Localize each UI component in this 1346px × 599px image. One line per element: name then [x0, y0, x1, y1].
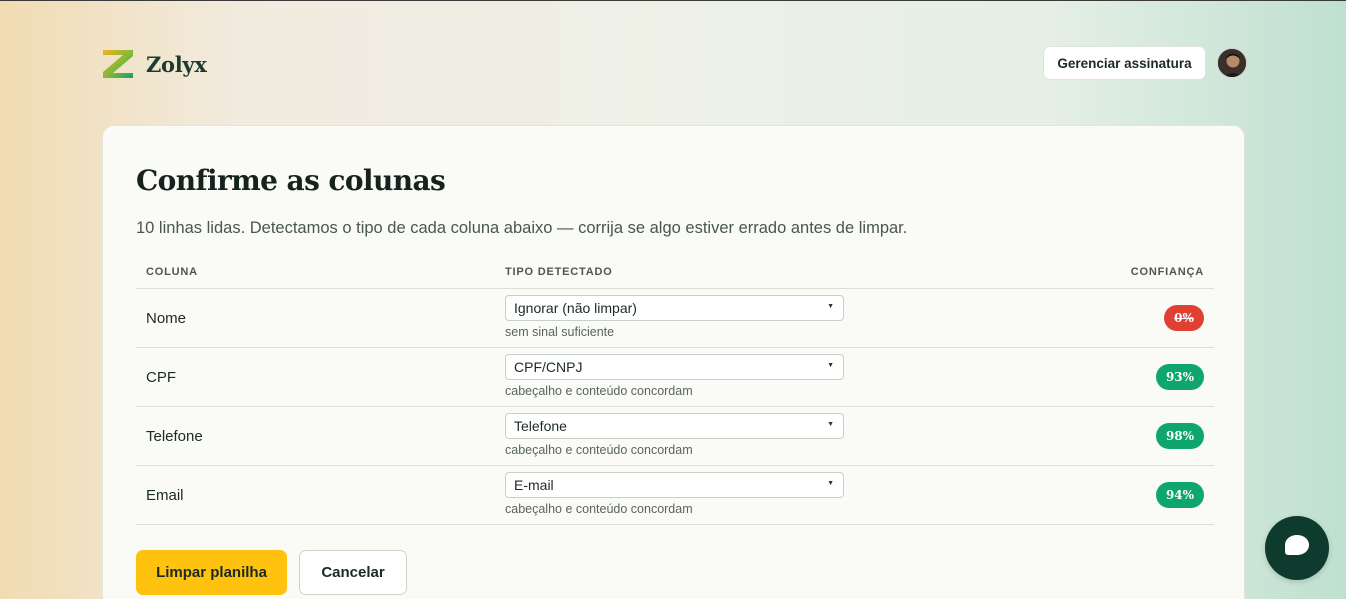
confidence-badge: 0%: [1164, 305, 1204, 331]
column-name: Email: [146, 487, 184, 504]
column-name: Nome: [146, 310, 187, 327]
table-header: COLUNA TIPO DETECTADO CONFIANÇA: [136, 258, 1214, 289]
header-confidence: CONFIANÇA: [1130, 266, 1204, 278]
header-type: TIPO DETECTADO: [505, 266, 613, 278]
table-row: CPF CPF/CNPJ ▼ cabeçalho e conteúdo conc…: [136, 348, 1214, 407]
select-value: Telefone: [514, 418, 567, 434]
table-row: Email E-mail ▼ cabeçalho e conteúdo conc…: [136, 466, 1214, 525]
table-row: Telefone Telefone ▼ cabeçalho e conteúdo…: [136, 407, 1214, 466]
avatar[interactable]: [1217, 48, 1247, 78]
page-subtitle: 10 linhas lidas. Detectamos o tipo de ca…: [136, 219, 908, 237]
type-hint: cabeçalho e conteúdo concordam: [505, 443, 693, 457]
confirm-columns-card: Confirme as colunas 10 linhas lidas. Det…: [102, 125, 1245, 599]
column-name: Telefone: [146, 428, 203, 445]
page-title: Confirme as colunas: [136, 164, 446, 197]
columns-table: COLUNA TIPO DETECTADO CONFIANÇA Nome Ign…: [136, 258, 1214, 525]
brand-logo[interactable]: Zolyx: [100, 47, 207, 81]
chevron-down-icon: ▼: [827, 303, 834, 310]
type-hint: cabeçalho e conteúdo concordam: [505, 384, 693, 398]
confidence-badge: 98%: [1156, 423, 1204, 449]
type-hint: cabeçalho e conteúdo concordam: [505, 502, 693, 516]
confidence-badge: 93%: [1156, 364, 1204, 390]
type-select[interactable]: CPF/CNPJ ▼: [505, 354, 844, 380]
type-hint: sem sinal suficiente: [505, 325, 615, 339]
type-select[interactable]: Ignorar (não limpar) ▼: [505, 295, 844, 321]
app-header: Zolyx Gerenciar assinatura: [0, 0, 1346, 126]
cancel-button[interactable]: Cancelar: [299, 550, 407, 595]
column-name: CPF: [146, 369, 176, 386]
brand-name: Zolyx: [146, 51, 207, 77]
type-select[interactable]: E-mail ▼: [505, 472, 844, 498]
confidence-badge: 94%: [1156, 482, 1204, 508]
chat-bubble-icon: [1284, 534, 1310, 562]
select-value: Ignorar (não limpar): [514, 300, 637, 316]
header-column: COLUNA: [146, 266, 198, 278]
chat-button[interactable]: [1265, 516, 1329, 580]
manage-subscription-button[interactable]: Gerenciar assinatura: [1043, 46, 1206, 80]
chevron-down-icon: ▼: [827, 362, 834, 369]
chevron-down-icon: ▼: [827, 480, 834, 487]
clean-spreadsheet-button[interactable]: Limpar planilha: [136, 550, 287, 595]
zolyx-logo-icon: [100, 47, 136, 81]
select-value: CPF/CNPJ: [514, 359, 583, 375]
table-row: Nome Ignorar (não limpar) ▼ sem sinal su…: [136, 289, 1214, 348]
chevron-down-icon: ▼: [827, 421, 834, 428]
select-value: E-mail: [514, 477, 554, 493]
type-select[interactable]: Telefone ▼: [505, 413, 844, 439]
